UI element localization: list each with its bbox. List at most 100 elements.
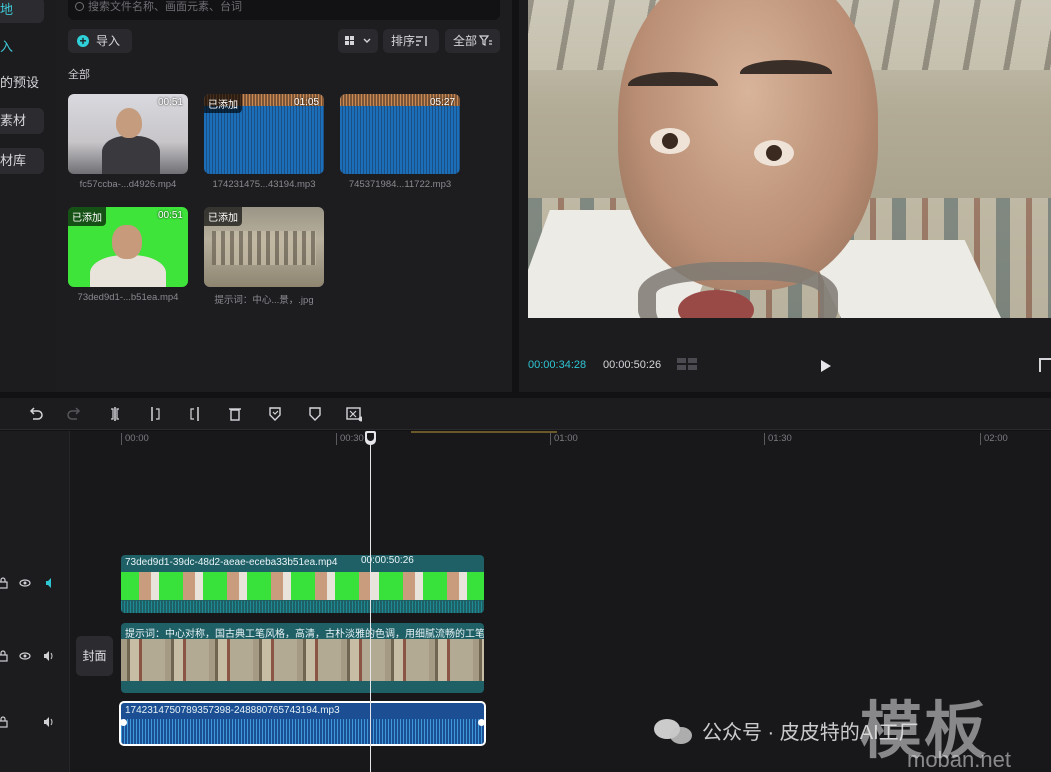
volume-icon[interactable] <box>43 716 55 728</box>
duration-label: 01:05 <box>293 97 319 108</box>
redo-icon[interactable] <box>66 405 82 423</box>
trim-handle-right[interactable] <box>478 719 484 726</box>
video-track-controls <box>0 577 60 591</box>
nav-item-library[interactable]: 材库 <box>0 148 44 174</box>
lock-icon[interactable] <box>0 716 8 728</box>
filter-icon <box>479 35 492 46</box>
media-item[interactable]: 00:51 <box>68 94 188 174</box>
eye-right <box>754 140 794 166</box>
added-badge: 已添加 <box>204 94 242 113</box>
search-icon <box>75 2 84 11</box>
media-caption: 745371984...11722.mp3 <box>348 179 452 190</box>
image-track-controls <box>0 650 60 664</box>
duration-label: 05:27 <box>429 97 455 108</box>
plus-icon: + <box>77 35 89 47</box>
duration-label: 00:51 <box>157 97 183 108</box>
current-timecode: 00:00:34:28 <box>528 359 587 371</box>
media-item[interactable]: 已添加 01:05 <box>204 94 324 174</box>
grid-view-icon <box>345 36 371 45</box>
nav-item-assets[interactable]: 素材 <box>0 108 44 134</box>
volume-icon[interactable] <box>43 650 55 662</box>
view-mode-button[interactable] <box>338 29 378 53</box>
section-label-all: 全部 <box>68 69 90 81</box>
audio-waveform <box>121 719 484 744</box>
playhead-handle[interactable] <box>365 431 376 445</box>
media-panel: 搜索文件名称、画面元素、台词 + 导入 排序 全部 全部 00:51 fc57c… <box>56 0 512 392</box>
media-item[interactable]: 已添加 <box>204 207 324 287</box>
ruler-tick: 01:00 <box>550 433 578 445</box>
ruler-range-highlight <box>411 431 557 433</box>
video-clip[interactable]: 73ded9d1-39dc-48d2-aeae-eceba33b51ea.mp4 <box>121 555 484 613</box>
import-label: 导入 <box>96 34 121 48</box>
media-caption: fc57ccba-...d4926.mp4 <box>79 179 177 190</box>
nav-item-label: 的预设 <box>0 75 40 90</box>
image-filmstrip <box>121 639 484 681</box>
trim-left-icon[interactable] <box>147 405 163 423</box>
clip-duration: 00:00:50:26 <box>361 555 414 566</box>
ruler-tick: 01:30 <box>764 433 792 445</box>
delete-icon[interactable] <box>227 405 243 423</box>
duration-label: 00:51 <box>157 210 183 221</box>
ruler-tick: 02:00 <box>980 433 1008 445</box>
video-filmstrip <box>121 572 484 600</box>
clip-name: 73ded9d1-39dc-48d2-aeae-eceba33b51ea.mp4 <box>125 557 338 568</box>
lock-icon[interactable] <box>0 650 8 662</box>
media-caption: 提示词：中心...景，.jpg <box>214 295 314 306</box>
eye-icon[interactable] <box>19 577 31 589</box>
playhead[interactable] <box>370 431 371 772</box>
preview-video[interactable] <box>528 0 1051 318</box>
nav-item-import[interactable]: 入 <box>0 34 13 60</box>
editor-window: 地 入 的预设 素材 材库 搜索文件名称、画面元素、台词 + 导入 排序 全部 … <box>0 0 1051 772</box>
wechat-icon <box>654 715 694 745</box>
lock-icon[interactable] <box>0 577 8 589</box>
audio-clip[interactable]: 1742314750789357398-248880765743194.mp3 <box>119 701 486 746</box>
split-icon[interactable] <box>107 405 123 423</box>
media-caption: 174231475...43194.mp3 <box>212 179 316 190</box>
nav-item-label: 材库 <box>0 153 27 168</box>
trim-right-icon[interactable] <box>187 405 203 423</box>
sort-icon <box>416 36 427 46</box>
ruler-tick: 00:30 <box>336 433 364 445</box>
import-button[interactable]: + 导入 <box>68 29 132 53</box>
fullscreen-icon[interactable] <box>1039 358 1051 372</box>
undo-icon[interactable] <box>28 405 44 423</box>
nav-item-label: 地 <box>0 2 14 17</box>
nav-item-label: 素材 <box>0 113 27 128</box>
audio-mute-icon[interactable] <box>44 577 54 589</box>
media-item[interactable]: 05:27 <box>340 94 460 174</box>
timeline-toolbar <box>0 398 1051 430</box>
nav-item-presets[interactable]: 的预设 <box>0 70 39 96</box>
sort-button[interactable]: 排序 <box>383 29 439 53</box>
watermark-site: moban.net <box>907 747 1011 772</box>
search-placeholder: 搜索文件名称、画面元素、台词 <box>88 1 242 13</box>
nav-item-label: 入 <box>0 39 14 54</box>
play-icon[interactable] <box>821 360 831 372</box>
freeze-icon[interactable] <box>267 405 283 423</box>
image-clip[interactable]: 提示词：中心对称，国古典工笔风格，高清，古朴淡雅的色调，用细腻流畅的工笔 <box>121 623 484 693</box>
time-ruler[interactable]: 00:00 00:30 01:00 01:30 02:00 <box>71 431 1051 449</box>
total-timecode: 00:00:50:26 <box>603 359 662 371</box>
preview-panel: 00:00:34:28 00:00:50:26 <box>519 0 1051 392</box>
ai-edit-icon[interactable] <box>346 405 362 423</box>
eyebrow-left <box>628 72 718 98</box>
search-input[interactable]: 搜索文件名称、画面元素、台词 <box>68 0 500 20</box>
filter-button[interactable]: 全部 <box>445 29 500 53</box>
timecode-grid-icon[interactable] <box>677 358 699 372</box>
clip-name: 提示词：中心对称，国古典工笔风格，高清，古朴淡雅的色调，用细腻流畅的工笔 <box>125 629 484 640</box>
eye-left <box>650 128 690 154</box>
eye-icon[interactable] <box>19 650 31 662</box>
shield-icon[interactable] <box>307 405 323 423</box>
left-nav: 地 入 的预设 素材 材库 <box>0 0 56 392</box>
added-badge: 已添加 <box>68 207 106 226</box>
cover-button[interactable]: 封面 <box>76 636 113 676</box>
trim-handle-left[interactable] <box>121 719 127 726</box>
audio-track-controls <box>0 716 60 730</box>
filter-label: 全部 <box>453 34 478 48</box>
media-caption: 73ded9d1-...b51ea.mp4 <box>77 292 179 303</box>
media-item[interactable]: 已添加 00:51 <box>68 207 188 287</box>
video-waveform <box>121 601 484 613</box>
eyebrow-right <box>740 60 832 86</box>
sort-label: 排序 <box>391 34 416 48</box>
added-badge: 已添加 <box>204 207 242 226</box>
nav-item-local[interactable]: 地 <box>0 0 44 23</box>
